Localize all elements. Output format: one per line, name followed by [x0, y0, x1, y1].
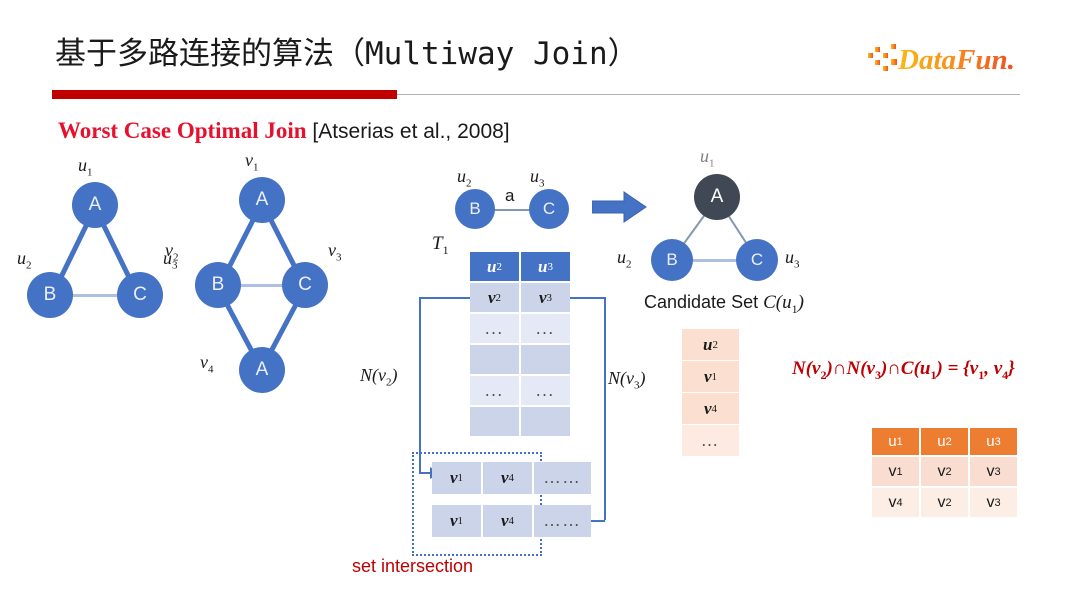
- t1-cell-dots-3: ...: [470, 376, 519, 405]
- set-intersection-label: set intersection: [352, 556, 474, 576]
- t1-cell-blank-1: [470, 345, 519, 374]
- result-header-u1: u1: [872, 428, 919, 455]
- t1-cell-v2: v2: [470, 283, 519, 312]
- query-node-c: C: [117, 272, 163, 318]
- t1-table-label: T1: [432, 233, 449, 257]
- query-node-a: A: [72, 182, 118, 228]
- title-underline-red: [52, 90, 397, 99]
- intersection-cell-dots-a: ……: [534, 462, 591, 494]
- t1-cell-dots-4: ...: [521, 376, 570, 405]
- result-cell-r1c1: v1: [872, 457, 919, 486]
- data-label-v1: v1: [245, 150, 259, 174]
- query-node-b: B: [27, 272, 73, 318]
- intersection-cell-v1-a: v1: [432, 462, 481, 494]
- page-title: 基于多路连接的算法（Multiway Join）: [55, 36, 639, 72]
- matched-label-u2: u2: [617, 247, 632, 271]
- candidate-set-sub: 1: [791, 301, 798, 316]
- t1-cell-v3: v3: [521, 283, 570, 312]
- candidate-set-var: u: [782, 292, 792, 313]
- neighbor-label-left: N(v2): [360, 365, 398, 389]
- result-cell-r2c1: v4: [872, 488, 919, 517]
- result-cell-r1c3: v3: [970, 457, 1017, 486]
- matched-label-u3: u3: [785, 247, 800, 271]
- title-underline-grey: [397, 94, 1020, 95]
- connector-right-top: [570, 297, 605, 299]
- pattern-label-u2: u2: [457, 166, 472, 190]
- intersection-cell-dots-b: ……: [534, 505, 591, 537]
- result-cell-r1c2: v2: [921, 457, 968, 486]
- result-header-u2: u2: [921, 428, 968, 455]
- t1-cell-dots-2: ...: [521, 314, 570, 343]
- candidate-set-title-text: Candidate Set: [644, 292, 764, 312]
- candidate-cell-dots: …: [682, 425, 739, 456]
- result-header-u3: u3: [970, 428, 1017, 455]
- pattern-node-b: B: [455, 189, 495, 229]
- pattern-label-u3: u3: [530, 166, 545, 190]
- data-node-v3: C: [282, 262, 328, 308]
- matched-node-a: A: [694, 174, 740, 220]
- intersection-cell-v4-a: v4: [483, 462, 532, 494]
- connector-left-top: [419, 297, 470, 299]
- slide-canvas: 基于多路连接的算法（Multiway Join） DataFun. Worst …: [0, 0, 1080, 608]
- candidate-set-fn: C: [763, 292, 776, 313]
- connector-left-vertical: [419, 297, 421, 473]
- t1-cell-blank-2: [521, 345, 570, 374]
- matched-node-c: C: [736, 239, 778, 281]
- subtitle-highlight: Worst Case Optimal Join: [58, 118, 307, 143]
- connector-right-vertical: [604, 297, 606, 520]
- query-label-u1: u1: [78, 155, 93, 179]
- intersection-cell-v4-b: v4: [483, 505, 532, 537]
- t1-header-u3: u3: [521, 252, 570, 281]
- matched-node-b: B: [651, 239, 693, 281]
- query-label-u2: u2: [17, 248, 32, 272]
- data-node-v2: B: [195, 262, 241, 308]
- data-label-v2: v2: [165, 240, 179, 264]
- datafun-logo: DataFun.: [868, 40, 1040, 76]
- intersection-formula: N(v2)∩N(v3)∩C(u1) = {v1, v4}: [792, 358, 1015, 382]
- t1-header-u2: u2: [470, 252, 519, 281]
- data-label-v4: v4: [200, 352, 214, 376]
- neighbor-label-right: N(v3): [608, 368, 646, 392]
- t1-cell-blank-4: [521, 407, 570, 436]
- result-cell-r2c2: v2: [921, 488, 968, 517]
- data-label-v3: v3: [328, 240, 342, 264]
- candidate-header-u2: u2: [682, 329, 739, 360]
- pattern-edge-label: a: [505, 186, 515, 205]
- t1-cell-dots-1: ...: [470, 314, 519, 343]
- data-node-v4: A: [239, 347, 285, 393]
- candidate-cell-v1: v1: [682, 361, 739, 392]
- data-node-v1: A: [239, 177, 285, 223]
- t1-cell-blank-3: [470, 407, 519, 436]
- candidate-set-title: Candidate Set C(u1): [644, 292, 804, 316]
- subtitle-citation: [Atserias et al., 2008]: [306, 120, 510, 143]
- section-subtitle: Worst Case Optimal Join [Atserias et al.…: [58, 118, 510, 144]
- pattern-node-c: C: [529, 189, 569, 229]
- result-cell-r2c3: v3: [970, 488, 1017, 517]
- matched-label-u1: u1: [700, 146, 715, 170]
- intersection-cell-v1-b: v1: [432, 505, 481, 537]
- svg-text:DataFun.: DataFun.: [897, 44, 1015, 76]
- transform-arrow-icon: [591, 190, 648, 229]
- candidate-cell-v4: v4: [682, 393, 739, 424]
